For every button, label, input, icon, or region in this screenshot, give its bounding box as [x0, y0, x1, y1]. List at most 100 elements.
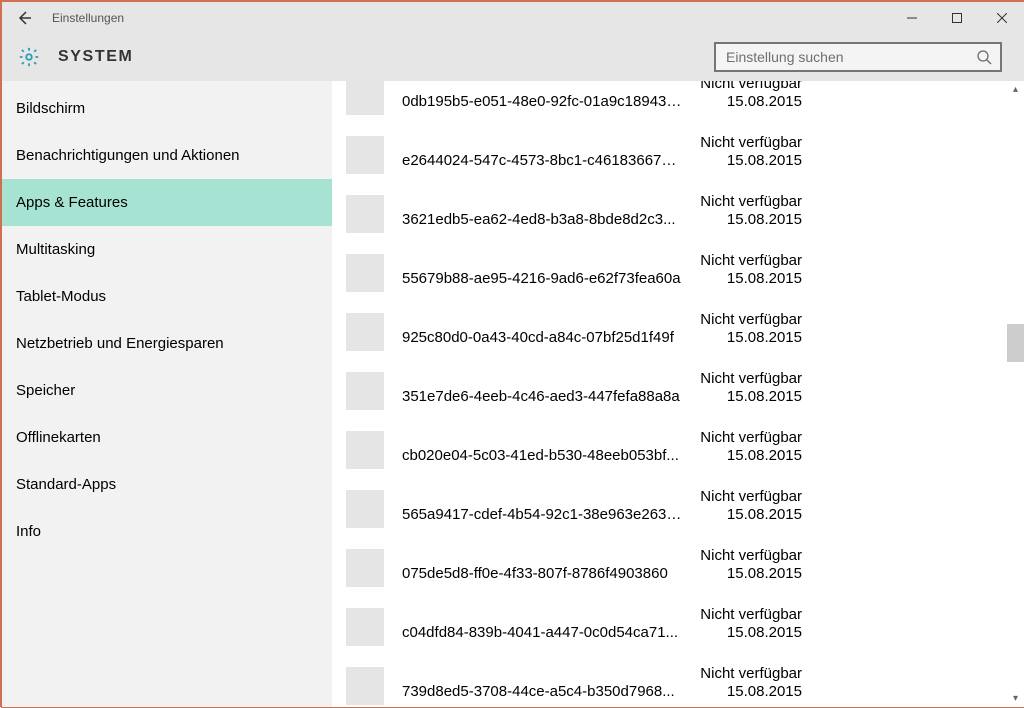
sidebar-item[interactable]: Offlinekarten: [2, 414, 332, 461]
minimize-button[interactable]: [889, 2, 934, 33]
search-box[interactable]: [714, 42, 1002, 72]
sidebar-item-label: Info: [16, 523, 41, 540]
page-header: SYSTEM: [2, 33, 1024, 81]
app-row[interactable]: 0db195b5-e051-48e0-92fc-01a9c1894307Nich…: [346, 81, 1024, 128]
sidebar-item-label: Offlinekarten: [16, 429, 101, 446]
app-date: 15.08.2015: [682, 506, 802, 524]
app-row[interactable]: 351e7de6-4eeb-4c46-aed3-447fefa88a8aNich…: [346, 364, 1024, 423]
app-placeholder-icon: [346, 372, 384, 410]
vertical-scrollbar[interactable]: ▴ ▾: [1007, 81, 1024, 707]
app-placeholder-icon: [346, 667, 384, 705]
sidebar-item[interactable]: Speicher: [2, 367, 332, 414]
sidebar-item[interactable]: Tablet-Modus: [2, 273, 332, 320]
gear-icon: [18, 46, 40, 68]
app-status: Nicht verfügbar: [682, 193, 802, 211]
scroll-thumb[interactable]: [1007, 324, 1024, 362]
page-title: SYSTEM: [58, 48, 133, 66]
app-status: Nicht verfügbar: [682, 488, 802, 506]
sidebar-item-label: Benachrichtigungen und Aktionen: [16, 147, 240, 164]
app-placeholder-icon: [346, 254, 384, 292]
app-date: 15.08.2015: [682, 211, 802, 229]
app-status: Nicht verfügbar: [682, 311, 802, 329]
sidebar-item-label: Speicher: [16, 382, 75, 399]
app-placeholder-icon: [346, 81, 384, 115]
app-row[interactable]: cb020e04-5c03-41ed-b530-48eeb053bf...Nic…: [346, 423, 1024, 482]
app-date: 15.08.2015: [682, 270, 802, 288]
search-input[interactable]: [724, 48, 976, 66]
app-name: 0db195b5-e051-48e0-92fc-01a9c1894307: [402, 81, 682, 111]
app-row[interactable]: 55679b88-ae95-4216-9ad6-e62f73fea60aNich…: [346, 246, 1024, 305]
app-status: Nicht verfügbar: [682, 547, 802, 565]
search-icon: [976, 49, 992, 65]
scroll-down-arrow[interactable]: ▾: [1007, 690, 1024, 707]
app-placeholder-icon: [346, 490, 384, 528]
app-row[interactable]: c04dfd84-839b-4041-a447-0c0d54ca71...Nic…: [346, 600, 1024, 659]
app-date: 15.08.2015: [682, 447, 802, 465]
app-meta: Nicht verfügbar15.08.2015: [682, 81, 812, 111]
app-name: 739d8ed5-3708-44ce-a5c4-b350d7968...: [402, 665, 682, 701]
sidebar-item-label: Netzbetrieb und Energiesparen: [16, 335, 224, 352]
app-name: 55679b88-ae95-4216-9ad6-e62f73fea60a: [402, 252, 682, 288]
sidebar: Bildschirm Benachrichtigungen und Aktione…: [2, 81, 332, 707]
sidebar-item[interactable]: Info: [2, 508, 332, 555]
maximize-button[interactable]: [934, 2, 979, 33]
app-meta: Nicht verfügbar15.08.2015: [682, 134, 812, 170]
app-date: 15.08.2015: [682, 329, 802, 347]
app-row[interactable]: 075de5d8-ff0e-4f33-807f-8786f4903860Nich…: [346, 541, 1024, 600]
scroll-up-arrow[interactable]: ▴: [1007, 81, 1024, 98]
titlebar: Einstellungen: [2, 2, 1024, 33]
sidebar-item[interactable]: Bildschirm: [2, 85, 332, 132]
window-title: Einstellungen: [52, 11, 124, 25]
app-status: Nicht verfügbar: [682, 606, 802, 624]
app-row[interactable]: 739d8ed5-3708-44ce-a5c4-b350d7968...Nich…: [346, 659, 1024, 707]
app-row[interactable]: 3621edb5-ea62-4ed8-b3a8-8bde8d2c3...Nich…: [346, 187, 1024, 246]
app-name: 075de5d8-ff0e-4f33-807f-8786f4903860: [402, 547, 682, 583]
app-name: cb020e04-5c03-41ed-b530-48eeb053bf...: [402, 429, 682, 465]
app-name: 925c80d0-0a43-40cd-a84c-07bf25d1f49f: [402, 311, 682, 347]
sidebar-item[interactable]: Benachrichtigungen und Aktionen: [2, 132, 332, 179]
app-meta: Nicht verfügbar15.08.2015: [682, 429, 812, 465]
sidebar-item-label: Multitasking: [16, 241, 95, 258]
app-date: 15.08.2015: [682, 93, 802, 111]
apps-list-panel: 0db195b5-e051-48e0-92fc-01a9c1894307Nich…: [332, 81, 1024, 707]
app-meta: Nicht verfügbar15.08.2015: [682, 193, 812, 229]
app-name: 565a9417-cdef-4b54-92c1-38e963e26327: [402, 488, 682, 524]
app-date: 15.08.2015: [682, 624, 802, 642]
app-name: c04dfd84-839b-4041-a447-0c0d54ca71...: [402, 606, 682, 642]
sidebar-item-label: Apps & Features: [16, 194, 128, 211]
sidebar-item[interactable]: Netzbetrieb und Energiesparen: [2, 320, 332, 367]
app-row[interactable]: 925c80d0-0a43-40cd-a84c-07bf25d1f49fNich…: [346, 305, 1024, 364]
close-button[interactable]: [979, 2, 1024, 33]
app-placeholder-icon: [346, 313, 384, 351]
app-meta: Nicht verfügbar15.08.2015: [682, 606, 812, 642]
app-row[interactable]: 565a9417-cdef-4b54-92c1-38e963e26327Nich…: [346, 482, 1024, 541]
app-status: Nicht verfügbar: [682, 665, 802, 683]
app-meta: Nicht verfügbar15.08.2015: [682, 370, 812, 406]
app-meta: Nicht verfügbar15.08.2015: [682, 547, 812, 583]
app-status: Nicht verfügbar: [682, 81, 802, 93]
app-row[interactable]: e2644024-547c-4573-8bc1-c461836673...Nic…: [346, 128, 1024, 187]
app-placeholder-icon: [346, 431, 384, 469]
app-status: Nicht verfügbar: [682, 370, 802, 388]
app-date: 15.08.2015: [682, 388, 802, 406]
app-name: 3621edb5-ea62-4ed8-b3a8-8bde8d2c3...: [402, 193, 682, 229]
sidebar-item-label: Tablet-Modus: [16, 288, 106, 305]
sidebar-item[interactable]: Multitasking: [2, 226, 332, 273]
back-button[interactable]: [2, 2, 46, 33]
app-placeholder-icon: [346, 608, 384, 646]
app-placeholder-icon: [346, 136, 384, 174]
app-status: Nicht verfügbar: [682, 429, 802, 447]
sidebar-item[interactable]: Standard-Apps: [2, 461, 332, 508]
app-meta: Nicht verfügbar15.08.2015: [682, 488, 812, 524]
app-meta: Nicht verfügbar15.08.2015: [682, 311, 812, 347]
app-status: Nicht verfügbar: [682, 252, 802, 270]
app-placeholder-icon: [346, 549, 384, 587]
app-date: 15.08.2015: [682, 152, 802, 170]
app-placeholder-icon: [346, 195, 384, 233]
app-date: 15.08.2015: [682, 565, 802, 583]
app-meta: Nicht verfügbar15.08.2015: [682, 252, 812, 288]
sidebar-item-label: Bildschirm: [16, 100, 85, 117]
sidebar-item[interactable]: Apps & Features: [2, 179, 332, 226]
app-meta: Nicht verfügbar15.08.2015: [682, 665, 812, 701]
sidebar-item-label: Standard-Apps: [16, 476, 116, 493]
